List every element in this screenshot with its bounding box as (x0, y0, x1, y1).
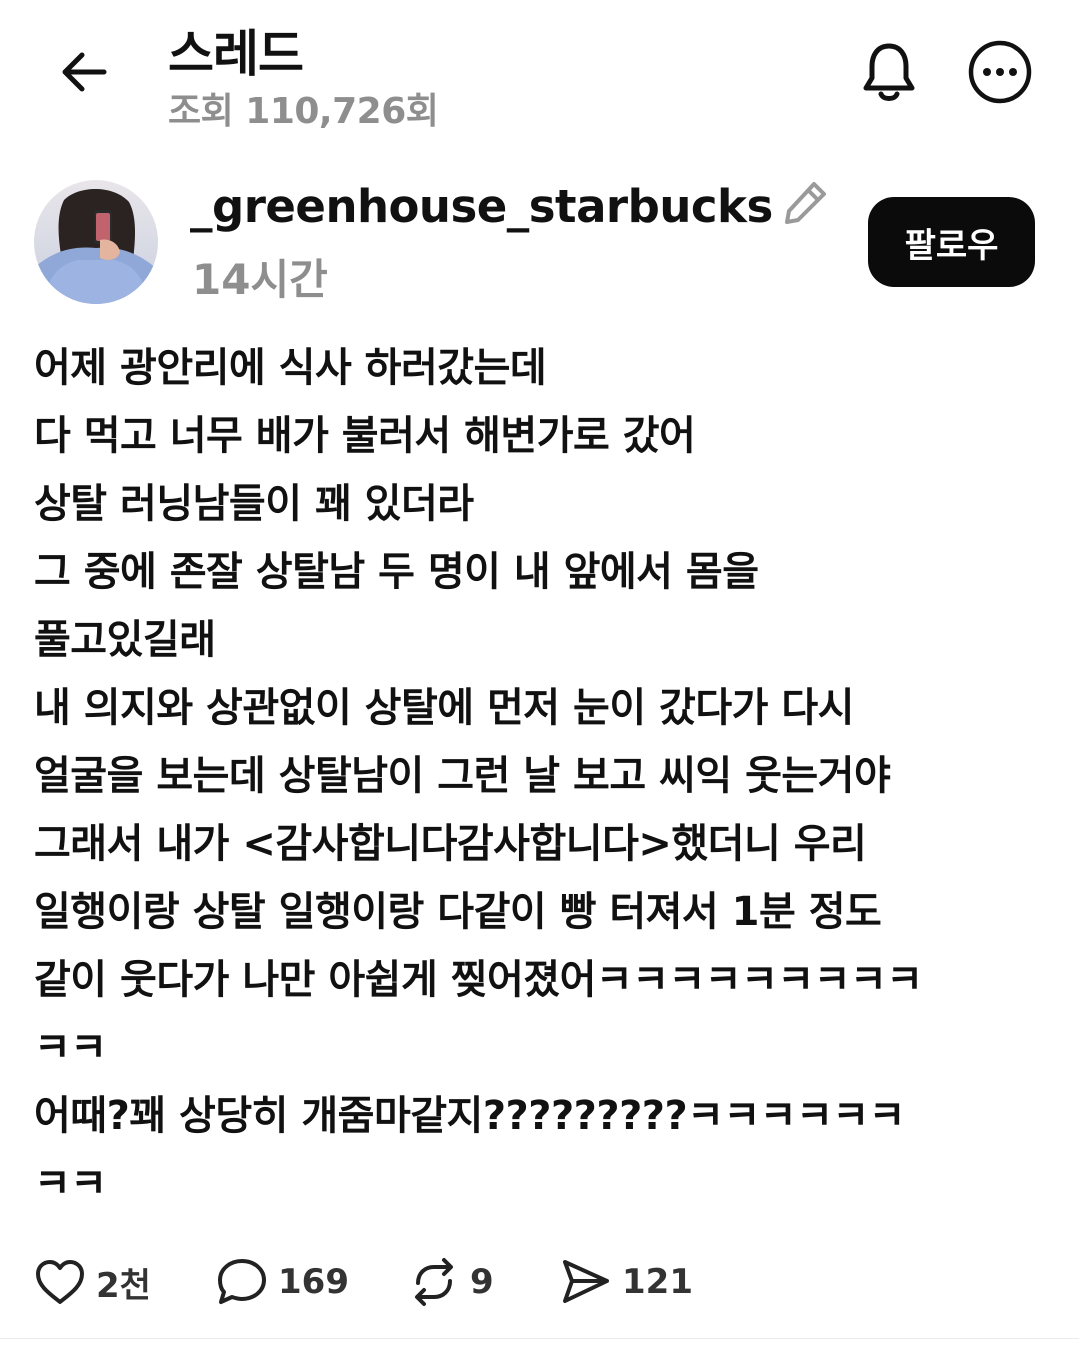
like-count: 2천 (96, 1265, 151, 1306)
share-count: 121 (622, 1262, 693, 1302)
pencil-icon[interactable] (782, 178, 830, 226)
repost-icon (415, 1258, 453, 1306)
comment-icon (218, 1259, 266, 1304)
comment-button[interactable]: 169 (216, 1257, 408, 1307)
post-text-line: 일행이랑 상탈 일행이랑 다같이 빵 터져서 1분 정도 (34, 889, 882, 935)
bell-icon (863, 43, 915, 101)
post-text-line: 그래서 내가 <감사합니다감사합니다>했더니 우리 (34, 821, 867, 867)
post-text-line: 어제 광안리에 식사 하러갔는데 (34, 345, 547, 391)
heart-icon (36, 1260, 84, 1304)
repost-button[interactable]: 9 (408, 1257, 560, 1307)
post-text-line: 풀고있길래 (34, 617, 216, 663)
avatar[interactable] (34, 180, 158, 304)
profile-photo (34, 180, 158, 304)
more-options-button[interactable] (966, 38, 1034, 106)
post-text-line: 상탈 러닝남들이 꽤 있더라 (34, 481, 474, 527)
post-text-line: ㅋㅋ (34, 1025, 107, 1071)
post-actions: 2천 169 9 121 (34, 1250, 730, 1314)
arrow-left-icon (62, 52, 107, 92)
post-text-line: 얼굴을 보는데 상탈남이 그런 날 보고 씨익 웃는거야 (34, 753, 891, 799)
more-horizontal-icon (968, 40, 1032, 104)
post-text-line: 어때?꽤 상당히 개줌마같지?????????ㅋㅋㅋㅋㅋㅋ (34, 1093, 905, 1139)
send-icon (563, 1260, 609, 1303)
divider (0, 1338, 1079, 1339)
repost-count: 9 (470, 1262, 494, 1302)
post-text-line: 같이 웃다가 나만 아쉽게 찢어졌어ㅋㅋㅋㅋㅋㅋㅋㅋㅋ (34, 957, 923, 1003)
notification-button[interactable] (855, 38, 923, 106)
back-button[interactable] (52, 40, 116, 104)
post-text-line: ㅋㅋ (34, 1161, 107, 1207)
username-link[interactable]: _greenhouse_starbucks (190, 180, 773, 233)
view-count: 조회 110,726회 (168, 91, 439, 132)
post-text-line: 다 먹고 너무 배가 불러서 해변가로 갔어 (34, 413, 696, 459)
post-body: 어제 광안리에 식사 하러갔는데 다 먹고 너무 배가 불러서 해변가로 갔어 … (34, 334, 1044, 1218)
post-text-line: 내 의지와 상관없이 상탈에 먼저 눈이 갔다가 다시 (34, 685, 854, 731)
post-time: 14시간 (192, 255, 328, 304)
follow-button[interactable]: 팔로우 (868, 197, 1035, 287)
share-button[interactable]: 121 (560, 1257, 730, 1307)
page-title: 스레드 (168, 25, 304, 83)
post-text-line: 그 중에 존잘 상탈남 두 명이 내 앞에서 몸을 (34, 549, 759, 595)
like-button[interactable]: 2천 (34, 1258, 216, 1307)
comment-count: 169 (278, 1262, 349, 1302)
